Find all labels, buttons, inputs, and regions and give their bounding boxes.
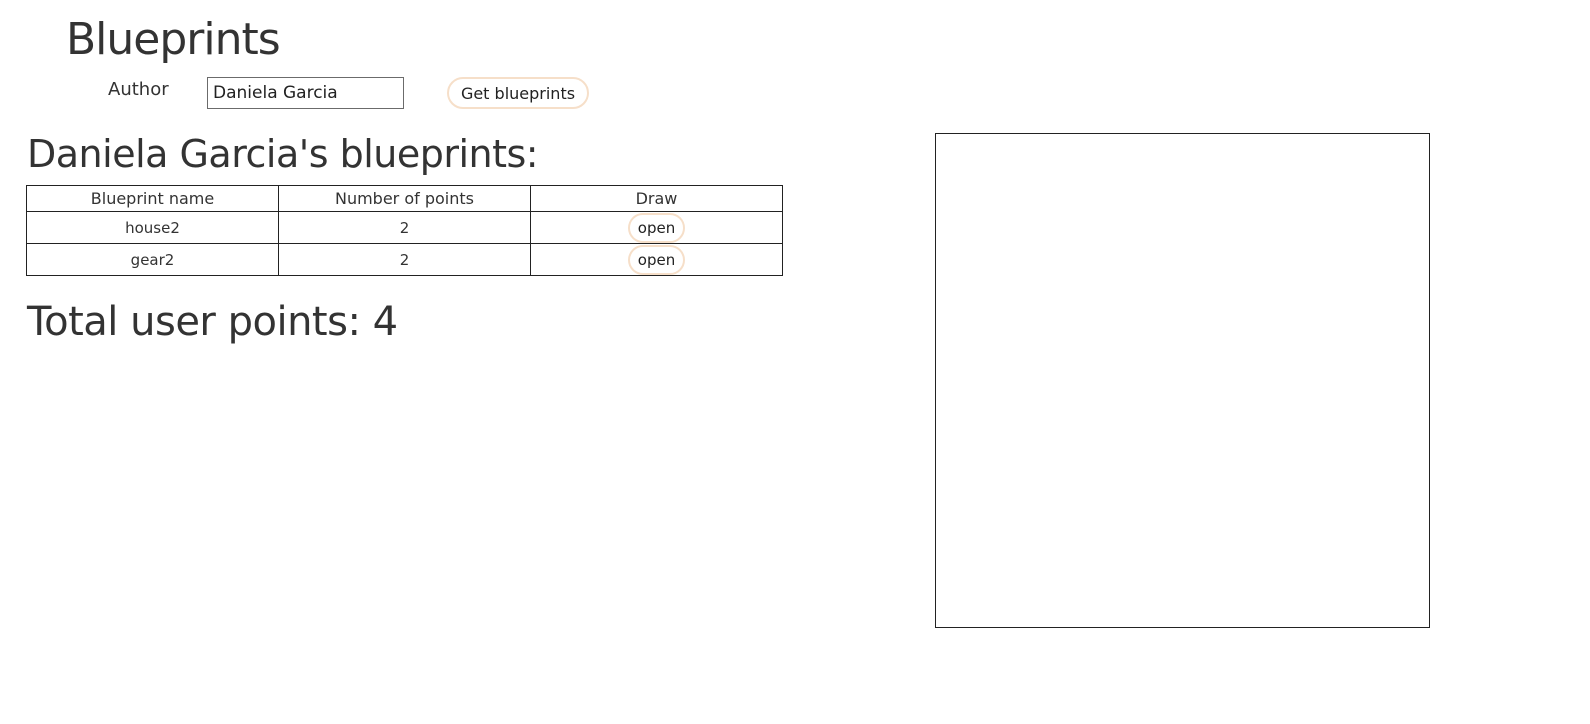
column-header-draw: Draw bbox=[530, 185, 783, 212]
column-header-points: Number of points bbox=[278, 185, 531, 212]
blueprint-draw-cell: open bbox=[530, 211, 783, 244]
author-label: Author bbox=[108, 79, 169, 100]
blueprint-points-cell: 2 bbox=[278, 243, 531, 276]
table-row: gear2 2 open bbox=[26, 243, 783, 276]
blueprint-draw-cell: open bbox=[530, 243, 783, 276]
open-blueprint-button[interactable]: open bbox=[627, 212, 686, 243]
table-header-row: Blueprint name Number of points Draw bbox=[26, 185, 783, 212]
blueprint-name-cell: house2 bbox=[26, 211, 279, 244]
table-row: house2 2 open bbox=[26, 211, 783, 244]
blueprint-name-cell: gear2 bbox=[26, 243, 279, 276]
column-header-name: Blueprint name bbox=[26, 185, 279, 212]
blueprints-heading: Daniela Garcia's blueprints: bbox=[27, 132, 539, 176]
blueprint-points-cell: 2 bbox=[278, 211, 531, 244]
blueprints-table: Blueprint name Number of points Draw hou… bbox=[26, 185, 783, 276]
blueprint-canvas[interactable] bbox=[935, 133, 1430, 628]
page-title: Blueprints bbox=[66, 14, 281, 65]
author-input[interactable] bbox=[207, 77, 404, 109]
get-blueprints-button[interactable]: Get blueprints bbox=[447, 77, 589, 109]
open-blueprint-button[interactable]: open bbox=[627, 244, 686, 275]
total-user-points: Total user points: 4 bbox=[27, 299, 398, 345]
